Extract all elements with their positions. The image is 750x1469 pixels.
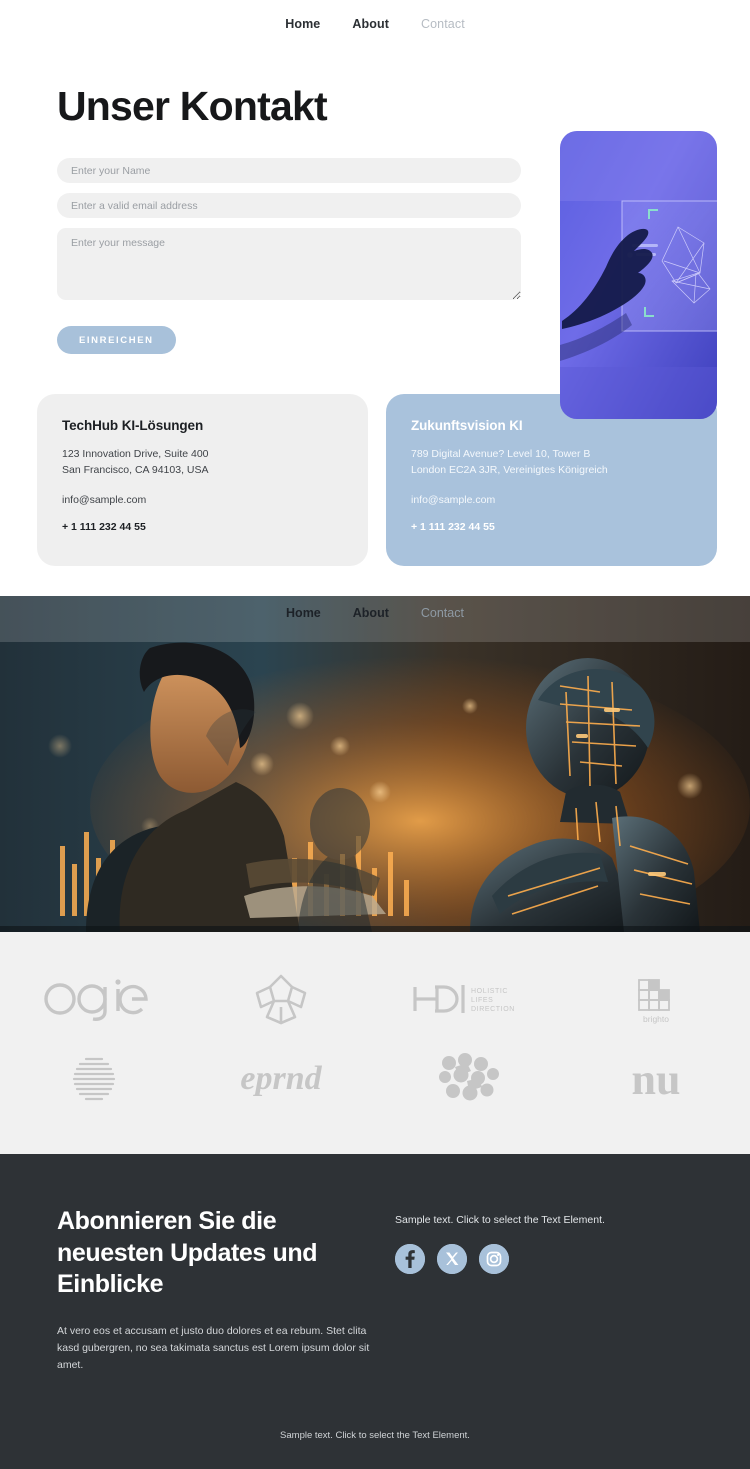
logo-sub-line2: LIFES — [471, 997, 493, 1004]
message-input[interactable] — [57, 228, 521, 301]
logo-ogie — [40, 968, 148, 1030]
card-title: Zukunftsvision KI — [411, 418, 523, 434]
contact-card-techhub: TechHub KI-Lösungen 123 Innovation Drive… — [37, 394, 368, 567]
card-title: TechHub KI-Lösungen — [62, 418, 204, 434]
facebook-link[interactable] — [395, 1244, 425, 1275]
brighto-blocks-icon: brighto — [638, 979, 671, 1024]
instagram-icon — [479, 1244, 509, 1275]
card-address-line2: London EC2A 3JR, Vereinigtes Königreich — [411, 463, 608, 476]
eprd-wordmark: eprnd — [241, 1060, 323, 1097]
banner-image — [0, 596, 750, 933]
footer: Abonnieren Sie die neuesten Updates und … — [0, 1154, 750, 1469]
card-phone[interactable]: + 1 111 232 44 55 — [411, 520, 692, 536]
card-address: 123 Innovation Drive, Suite 400 San Fran… — [62, 447, 343, 479]
footer-sample-text: Sample text. Click to select the Text El… — [395, 1214, 605, 1227]
card-email[interactable]: info@sample.com — [62, 493, 343, 509]
card-phone[interactable]: + 1 111 232 44 55 — [62, 520, 343, 536]
nav-item-about[interactable]: About — [352, 17, 389, 31]
striped-sphere-icon — [72, 1057, 115, 1101]
nu-wordmark: nu — [632, 1055, 681, 1104]
banner-nav-item-home[interactable]: Home — [286, 606, 321, 620]
logo-dots-pattern — [437, 1048, 501, 1110]
logo-holistic-lifes-direction: HOLISTIC LIFES DIRECTION — [411, 968, 527, 1030]
page-title: Unser Kontakt — [57, 83, 328, 129]
footer-bottom-text: Sample text. Click to select the Text El… — [280, 1430, 470, 1442]
name-input[interactable] — [57, 158, 521, 184]
primary-navigation: Home About Contact — [0, 0, 750, 47]
logo-sub-line3: DIRECTION — [471, 1006, 515, 1013]
nu-wordmark-icon: nu — [632, 1055, 681, 1104]
partner-logos-section: HOLISTIC LIFES DIRECTION brighto eprnd n… — [0, 932, 750, 1155]
banner-section: Home About Contact — [0, 596, 750, 933]
eprd-script-icon: eprnd — [241, 1060, 323, 1097]
x-twitter-icon — [437, 1244, 467, 1275]
logo-sub-line1: HOLISTIC — [471, 988, 508, 995]
hand-hologram-illustration — [560, 131, 717, 419]
ogie-wordmark-icon — [44, 979, 148, 1021]
banner-navigation: Home About Contact — [0, 606, 750, 620]
footer-body-text: At vero eos et accusam et justo duo dolo… — [57, 1324, 370, 1372]
dots-pattern-icon — [438, 1053, 499, 1101]
contact-card-zukunftsvision: Zukunftsvision KI 789 Digital Avenue? Le… — [386, 394, 717, 567]
hd-monogram-icon: HOLISTIC LIFES DIRECTION — [413, 985, 515, 1014]
banner-nav-item-contact[interactable]: Contact — [421, 606, 464, 620]
card-address: 789 Digital Avenue? Level 10, Tower B Lo… — [411, 447, 692, 479]
x-twitter-link[interactable] — [437, 1244, 467, 1275]
banner-nav-item-about[interactable]: About — [353, 606, 389, 620]
submit-button[interactable]: EINREICHEN — [57, 326, 176, 355]
card-email[interactable]: info@sample.com — [411, 493, 692, 509]
footer-heading: Abonnieren Sie die neuesten Updates und … — [57, 1207, 318, 1299]
card-address-line1: 789 Digital Avenue? Level 10, Tower B — [411, 448, 591, 461]
instagram-link[interactable] — [479, 1244, 509, 1275]
flower-star-icon — [255, 974, 307, 1025]
nav-item-contact[interactable]: Contact — [421, 17, 465, 31]
logo-striped-sphere — [68, 1048, 120, 1110]
logo-eprd: eprnd — [228, 1048, 334, 1110]
contact-cards: TechHub KI-Lösungen 123 Innovation Drive… — [0, 394, 750, 596]
facebook-icon — [395, 1244, 425, 1275]
social-links — [395, 1244, 605, 1275]
nav-item-home[interactable]: Home — [285, 17, 320, 31]
logo-nu: nu — [610, 1048, 702, 1110]
contact-form: Unser Kontakt EINREICHEN — [57, 83, 527, 355]
hero-section: Unser Kontakt EINREICHEN — [0, 47, 750, 419]
card-address-line1: 123 Innovation Drive, Suite 400 — [62, 448, 209, 461]
logo-flower-star — [254, 968, 308, 1030]
email-input[interactable] — [57, 193, 521, 219]
logo-brighto: brighto — [625, 968, 687, 1030]
hero-image — [560, 131, 717, 419]
card-address-line2: San Francisco, CA 94103, USA — [62, 463, 209, 476]
brighto-wordmark: brighto — [643, 1014, 669, 1024]
